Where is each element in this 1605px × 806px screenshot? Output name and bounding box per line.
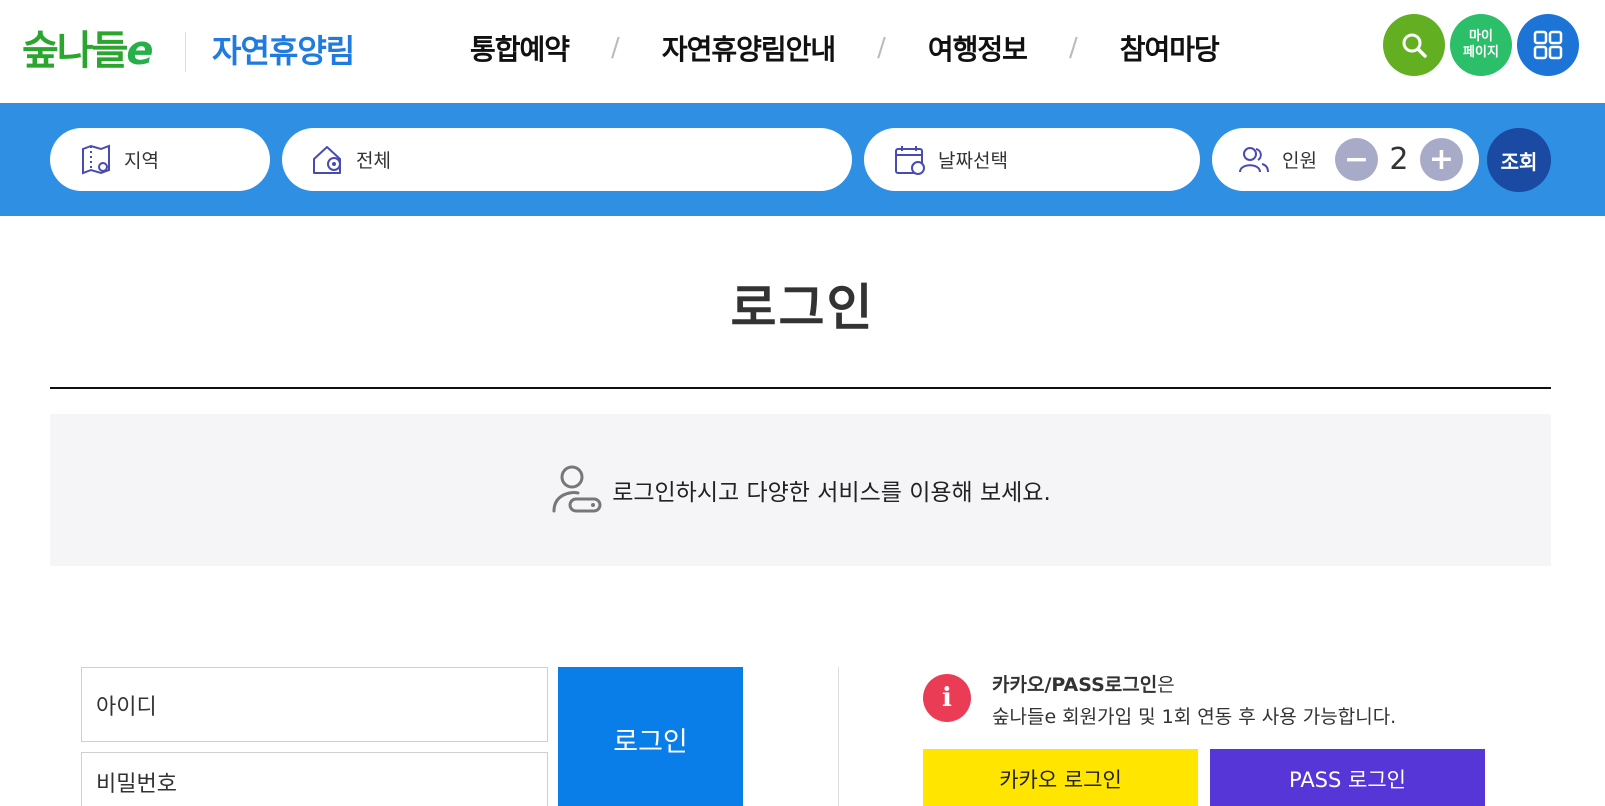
login-info-message: 로그인하시고 다양한 서비스를 이용해 보세요. <box>612 480 1051 506</box>
nav-separator: / <box>877 33 886 63</box>
main-nav: 통합예약 / 자연휴양림안내 / 여행정보 / 참여마당 <box>470 28 1220 68</box>
social-login-notice-text: 숲나들e 회원가입 및 1회 연동 후 사용 가능합니다. <box>992 706 1397 728</box>
nav-item-travel-info[interactable]: 여행정보 <box>928 28 1028 68</box>
mypage-label-1: 마이 <box>1469 29 1493 44</box>
home-pin-icon <box>310 142 346 178</box>
user-id-placeholder: 아이디 <box>96 694 157 720</box>
facility-select[interactable]: 전체 <box>282 128 852 191</box>
search-button[interactable] <box>1383 14 1445 76</box>
nav-separator: / <box>1068 33 1078 63</box>
people-icon <box>1236 142 1272 178</box>
logo-divider <box>185 32 186 72</box>
calendar-icon <box>892 142 928 178</box>
nav-item-community[interactable]: 참여마당 <box>1120 28 1220 68</box>
people-count: 2 <box>1389 142 1409 177</box>
mypage-button[interactable]: 마이 페이지 <box>1450 14 1512 76</box>
people-minus-button[interactable]: − <box>1334 138 1378 181</box>
facility-label: 전체 <box>356 150 391 172</box>
site-header: 숲나들e 자연휴양림 통합예약 / 자연휴양림안내 / 여행정보 / 참여마당 … <box>0 0 1605 103</box>
people-plus-button[interactable]: + <box>1419 138 1463 181</box>
region-select[interactable]: 지역 <box>50 128 270 191</box>
nav-item-reservation[interactable]: 통합예약 <box>470 28 570 68</box>
people-stepper: 인원 − 2 + <box>1212 128 1479 191</box>
site-name[interactable]: 자연휴양림 <box>212 26 355 72</box>
user-key-icon <box>552 465 602 513</box>
page-title: 로그인 <box>730 279 875 337</box>
login-section-divider <box>838 667 839 806</box>
search-icon <box>1402 33 1427 58</box>
reservation-search-bar: 지역 전체 날짜선택 인원 − 2 + 조회 <box>0 103 1605 216</box>
region-label: 지역 <box>124 150 159 172</box>
pass-login-button[interactable]: PASS 로그인 <box>1210 749 1485 806</box>
title-divider <box>50 387 1551 389</box>
login-info-box: 로그인하시고 다양한 서비스를 이용해 보세요. <box>50 414 1551 566</box>
grid-menu-icon <box>1533 30 1563 60</box>
query-button[interactable]: 조회 <box>1487 128 1551 192</box>
social-login-notice-title: 카카오/PASS로그인은 <box>992 670 1175 697</box>
password-field[interactable]: 비밀번호 <box>81 752 548 806</box>
nav-item-forest-info[interactable]: 자연휴양림안내 <box>662 28 836 68</box>
site-logo[interactable]: 숲나들e <box>22 14 160 80</box>
people-label: 인원 <box>1282 150 1317 172</box>
mypage-label-2: 페이지 <box>1463 45 1499 60</box>
all-menu-button[interactable] <box>1517 14 1579 76</box>
logo-text: 숲나들e <box>22 28 154 74</box>
kakao-login-button[interactable]: 카카오 로그인 <box>923 749 1198 806</box>
nav-separator: / <box>611 33 620 63</box>
info-icon: i <box>923 674 971 722</box>
password-placeholder: 비밀번호 <box>96 772 177 797</box>
social-login-notice-suffix: 은 <box>1157 674 1175 696</box>
user-id-field[interactable]: 아이디 <box>81 667 548 742</box>
login-submit-button[interactable]: 로그인 <box>558 667 743 806</box>
date-select[interactable]: 날짜선택 <box>864 128 1200 191</box>
map-icon <box>78 142 114 178</box>
social-login-notice-bold: 카카오/PASS로그인 <box>992 674 1158 696</box>
date-label: 날짜선택 <box>938 150 1008 172</box>
